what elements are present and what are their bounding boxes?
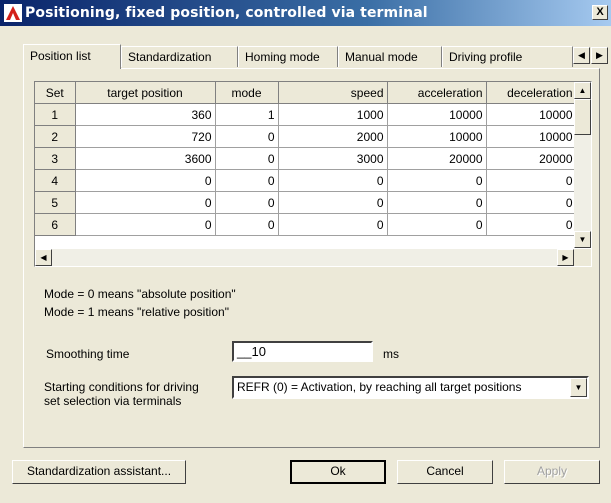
starting-conditions-label-line2: set selection via terminals [44, 394, 182, 408]
scroll-right-icon[interactable]: ▶ [557, 249, 574, 266]
col-header-target-position[interactable]: target position [75, 82, 216, 104]
tab-driving-profile[interactable]: Driving profile [442, 46, 573, 67]
starting-conditions-label-line1: Starting conditions for driving [44, 380, 199, 394]
tab-standardization[interactable]: Standardization [121, 46, 238, 67]
apply-button[interactable]: Apply [504, 460, 600, 484]
acceleration-cell[interactable]: 10000 [387, 125, 487, 148]
title-bar[interactable]: Positioning, fixed position, controlled … [0, 0, 611, 26]
starting-conditions-select[interactable]: REFR (0) = Activation, by reaching all t… [232, 376, 589, 399]
position-grid: Set target position mode speed accelerat… [34, 81, 592, 267]
target-position-cell[interactable]: 360 [75, 103, 216, 126]
acceleration-cell[interactable]: 0 [387, 191, 487, 214]
acceleration-cell[interactable]: 0 [387, 213, 487, 236]
vertical-scrollbar[interactable]: ▲ ▼ [574, 82, 591, 248]
speed-cell[interactable]: 0 [278, 169, 388, 192]
col-header-deceleration[interactable]: deceleration [486, 82, 577, 104]
acceleration-cell[interactable]: 20000 [387, 147, 487, 170]
target-position-cell[interactable]: 0 [75, 191, 216, 214]
dialog-window: Positioning, fixed position, controlled … [0, 0, 611, 503]
set-cell: 3 [35, 147, 76, 170]
mode-note-relative: Mode = 1 means "relative position" [44, 305, 229, 319]
smoothing-time-input[interactable]: __10 [232, 341, 373, 362]
table-header-row: Set target position mode speed accelerat… [35, 82, 577, 104]
set-cell: 1 [35, 103, 76, 126]
scroll-down-icon[interactable]: ▼ [574, 231, 591, 248]
scroll-up-icon[interactable]: ▲ [574, 82, 591, 99]
deceleration-cell[interactable]: 10000 [486, 103, 577, 126]
col-header-mode[interactable]: mode [215, 82, 279, 104]
col-header-speed[interactable]: speed [278, 82, 388, 104]
target-position-cell[interactable]: 3600 [75, 147, 216, 170]
table-row: 3 3600 0 3000 20000 20000 [35, 147, 577, 170]
tab-scroll-right-icon[interactable]: ▶ [591, 47, 608, 64]
vertical-scroll-thumb[interactable] [574, 99, 591, 135]
mode-cell[interactable]: 0 [215, 213, 279, 236]
col-header-acceleration[interactable]: acceleration [387, 82, 487, 104]
target-position-cell[interactable]: 720 [75, 125, 216, 148]
mode-cell[interactable]: 0 [215, 191, 279, 214]
app-icon [4, 4, 22, 22]
starting-conditions-value: REFR (0) = Activation, by reaching all t… [237, 380, 522, 394]
cancel-button[interactable]: Cancel [397, 460, 493, 484]
table-row: 5 0 0 0 0 0 [35, 191, 577, 214]
speed-cell[interactable]: 0 [278, 213, 388, 236]
speed-cell[interactable]: 3000 [278, 147, 388, 170]
scroll-left-icon[interactable]: ◀ [35, 249, 52, 266]
speed-cell[interactable]: 0 [278, 191, 388, 214]
window-title: Positioning, fixed position, controlled … [25, 5, 428, 21]
mode-cell[interactable]: 0 [215, 169, 279, 192]
set-cell: 4 [35, 169, 76, 192]
mode-cell[interactable]: 0 [215, 125, 279, 148]
acceleration-cell[interactable]: 10000 [387, 103, 487, 126]
chevron-down-icon[interactable]: ▼ [570, 378, 587, 397]
position-table: Set target position mode speed accelerat… [35, 82, 577, 236]
deceleration-cell[interactable]: 0 [486, 213, 577, 236]
smoothing-time-label: Smoothing time [46, 347, 130, 361]
mode-note-absolute: Mode = 0 means "absolute position" [44, 287, 236, 301]
acceleration-cell[interactable]: 0 [387, 169, 487, 192]
speed-cell[interactable]: 2000 [278, 125, 388, 148]
tab-homing-mode[interactable]: Homing mode [238, 46, 338, 67]
tab-manual-mode[interactable]: Manual mode [338, 46, 442, 67]
ok-button[interactable]: Ok [290, 460, 386, 484]
scroll-corner [574, 249, 591, 266]
mode-cell[interactable]: 0 [215, 147, 279, 170]
speed-cell[interactable]: 1000 [278, 103, 388, 126]
standardization-assistant-button[interactable]: Standardization assistant... [12, 460, 186, 484]
smoothing-time-unit: ms [383, 347, 399, 361]
deceleration-cell[interactable]: 10000 [486, 125, 577, 148]
target-position-cell[interactable]: 0 [75, 169, 216, 192]
table-row: 2 720 0 2000 10000 10000 [35, 125, 577, 148]
deceleration-cell[interactable]: 0 [486, 169, 577, 192]
close-button[interactable]: X [592, 5, 608, 20]
horizontal-scrollbar[interactable]: ◀ ▶ [35, 249, 591, 266]
set-cell: 6 [35, 213, 76, 236]
table-row: 4 0 0 0 0 0 [35, 169, 577, 192]
deceleration-cell[interactable]: 0 [486, 191, 577, 214]
tab-scroll-left-icon[interactable]: ◀ [573, 47, 590, 64]
set-cell: 5 [35, 191, 76, 214]
table-row: 6 0 0 0 0 0 [35, 213, 577, 236]
col-header-set[interactable]: Set [35, 82, 76, 104]
mode-cell[interactable]: 1 [215, 103, 279, 126]
tab-position-list[interactable]: Position list [23, 44, 121, 69]
tab-strip: Position list Standardization Homing mod… [23, 44, 610, 69]
table-row: 1 360 1 1000 10000 10000 [35, 103, 577, 126]
deceleration-cell[interactable]: 20000 [486, 147, 577, 170]
target-position-cell[interactable]: 0 [75, 213, 216, 236]
set-cell: 2 [35, 125, 76, 148]
